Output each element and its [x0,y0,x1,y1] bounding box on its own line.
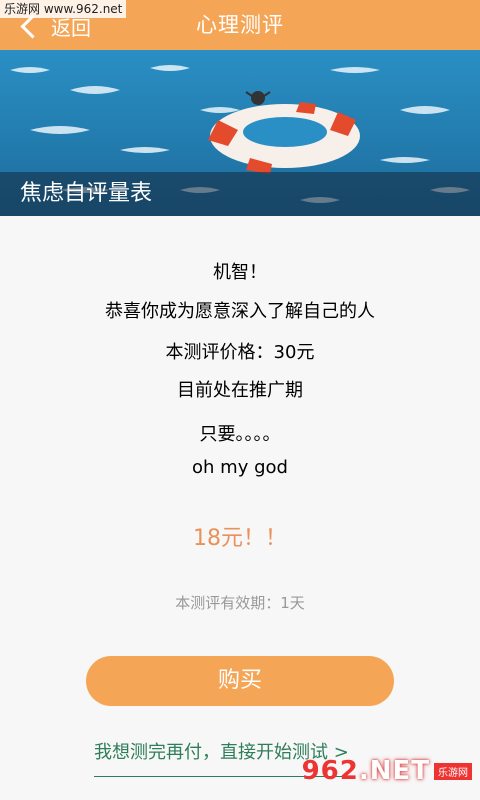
validity-text: 本测评有效期：1天 [175,594,305,612]
message-line-1: 机智！ [213,262,267,283]
watermark-logo-sub: 乐游网 [434,762,472,780]
watermark-logo-suffix: .NET [358,756,430,786]
watermark-logo-main: 962 [301,756,359,786]
watermark-top: 乐游网 www.962.net [0,0,127,18]
promo-price: 18元！！ [193,526,287,551]
message-line-3: 本测评价格：30元 [165,342,315,363]
banner-caption: 焦虑自评量表 [0,172,480,216]
message-line-6: oh my god [192,457,288,478]
banner-image: 焦虑自评量表 [0,50,480,216]
message-line-2: 恭喜你成为愿意深入了解自己的人 [105,301,375,322]
watermark-logo: 962.NET 乐游网 [302,756,472,786]
message-line-4: 目前处在推广期 [177,380,303,401]
buy-button[interactable]: 购买 [86,656,394,706]
message-line-5: 只要。。。。 [199,424,281,445]
